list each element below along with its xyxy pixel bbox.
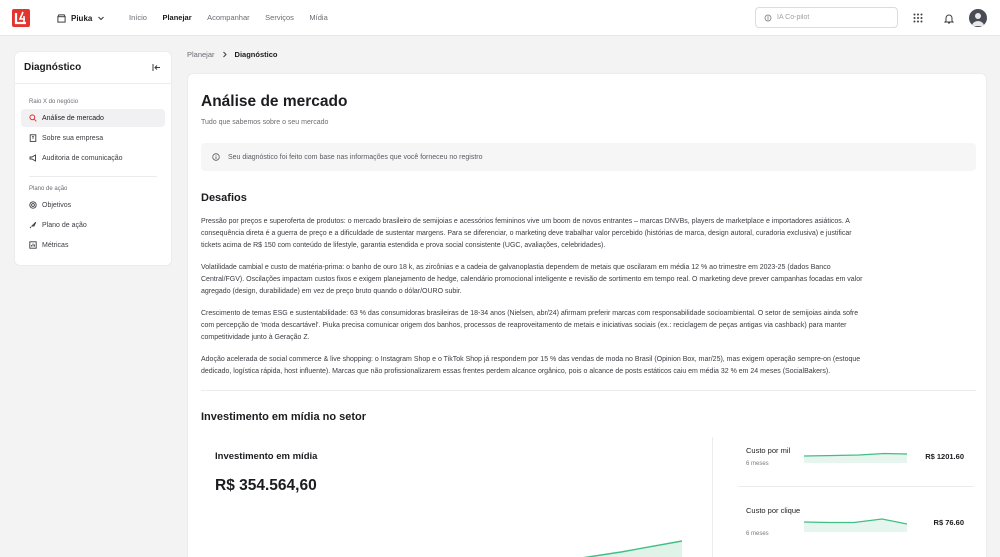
investment-area-fill <box>587 541 682 557</box>
sidebar-item-objetivos[interactable]: Objetivos <box>21 196 165 214</box>
investment-heading: Investimento em mídia no setor <box>201 411 367 423</box>
metric-value: R$ 1201.60 <box>925 452 964 461</box>
info-icon <box>212 153 220 161</box>
app-logo[interactable] <box>12 9 30 27</box>
investment-label: Investimento em mídia <box>215 451 318 462</box>
sidebar-section-plano: Plano de ação <box>29 186 68 192</box>
investment-value: R$ 354.564,60 <box>215 477 317 494</box>
sidebar-item-sobre-sua-empresa[interactable]: Sobre sua empresa <box>21 129 165 147</box>
collapse-sidebar-icon[interactable] <box>152 63 161 72</box>
breadcrumb: Planejar Diagnóstico <box>187 50 277 59</box>
challenge-paragraph: Crescimento de temas ESG e sustentabilid… <box>201 308 971 345</box>
sidebar-item-label: Sobre sua empresa <box>42 134 104 142</box>
sidebar-item-analise-de-mercado[interactable]: Análise de mercado <box>21 109 165 127</box>
paragraph-line: consequência direta é a guerra de preço … <box>201 230 852 238</box>
sidebar-item-label: Objetivos <box>42 201 72 209</box>
info-banner-text: Seu diagnóstico foi feito com base nas i… <box>228 153 483 161</box>
sidebar: Diagnóstico Raio X do negócio Análise de… <box>14 51 172 266</box>
sidebar-item-label: Auditoria de comunicação <box>42 154 123 162</box>
workspace-name: Piuka <box>71 13 93 23</box>
main-nav: Início Planejar Acompanhar Serviços Mídi… <box>129 13 343 22</box>
nav-item-servicos[interactable]: Serviços <box>265 13 294 22</box>
chevron-down-icon <box>98 16 105 21</box>
nav-item-midia[interactable]: Mídia <box>309 13 327 22</box>
paragraph-line: tickets acima de R$ 150 com conteúdo de … <box>201 242 606 250</box>
rocket-icon <box>29 221 37 229</box>
metric-period: 6 meses <box>746 461 769 467</box>
building-icon <box>29 134 37 142</box>
store-icon <box>57 13 66 23</box>
vertical-divider <box>712 437 713 557</box>
chart-icon <box>29 241 37 249</box>
sidebar-header: Diagnóstico <box>15 52 171 84</box>
metric-divider <box>738 486 974 487</box>
sidebar-item-metricas[interactable]: Métricas <box>21 236 165 254</box>
investment-panel: Investimento em mídia R$ 354.564,60 <box>201 437 711 557</box>
nav-item-inicio[interactable]: Início <box>129 13 147 22</box>
challenge-paragraph: Pressão por preços e superoferta de prod… <box>201 216 971 253</box>
metric-period: 6 meses <box>746 531 769 537</box>
sidebar-title: Diagnóstico <box>24 62 82 73</box>
paragraph-line: com percepção de 'moda descartável'. Piu… <box>201 322 847 330</box>
page-subtitle: Tudo que sabemos sobre o seu mercado <box>201 119 329 126</box>
metric-sparkline <box>804 452 908 463</box>
sidebar-section-raio-x: Raio X do negócio <box>29 99 79 105</box>
metric-title: Custo por clique <box>746 506 801 515</box>
challenge-paragraph: Adoção acelerada de social commerce & li… <box>201 354 971 378</box>
breadcrumb-parent[interactable]: Planejar <box>187 50 215 59</box>
paragraph-line: agregado (design, durabilidade) em vez d… <box>201 288 462 296</box>
nav-item-planejar[interactable]: Planejar <box>162 13 191 22</box>
apps-grid-icon[interactable] <box>910 10 926 26</box>
top-bar: Piuka Início Planejar Acompanhar Serviço… <box>0 0 1000 36</box>
metric-card-custo-por-clique: Custo por clique 6 meses R$ 76.60 <box>738 504 974 557</box>
user-avatar[interactable] <box>969 9 987 27</box>
metric-value: R$ 76.60 <box>933 518 964 527</box>
bell-icon[interactable] <box>941 10 957 26</box>
sidebar-item-label: Análise de mercado <box>42 114 104 122</box>
metric-sparkline <box>804 518 908 532</box>
copilot-input[interactable] <box>777 14 887 21</box>
page-title: Análise de mercado <box>201 93 348 110</box>
breadcrumb-current: Diagnóstico <box>234 50 278 59</box>
paragraph-line: Crescimento de temas ESG e sustentabilid… <box>201 310 859 317</box>
paragraph-line: Volatilidade cambial e custo de matéria-… <box>201 264 831 271</box>
section-divider <box>201 390 976 391</box>
sidebar-item-plano-de-acao[interactable]: Plano de ação <box>21 216 165 234</box>
search-icon <box>29 114 37 122</box>
workspace-switcher[interactable]: Piuka <box>57 11 105 25</box>
target-icon <box>29 201 37 209</box>
metric-title: Custo por mil <box>746 446 791 455</box>
sidebar-item-label: Plano de ação <box>42 221 87 229</box>
main-content-card: Análise de mercado Tudo que sabemos sobr… <box>187 73 987 557</box>
investment-area-chart <box>582 540 683 557</box>
paragraph-line: Pressão por preços e superoferta de prod… <box>201 218 850 225</box>
copilot-search[interactable] <box>755 7 898 28</box>
sidebar-divider <box>29 176 157 177</box>
sparkle-icon <box>764 14 772 21</box>
info-banner: Seu diagnóstico foi feito com base nas i… <box>201 143 976 171</box>
paragraph-line: Adoção acelerada de social commerce & li… <box>201 356 861 363</box>
paragraph-line: competitividade junto à Geração Z. <box>201 334 310 342</box>
challenges-heading: Desafios <box>201 192 247 204</box>
chevron-right-icon <box>222 51 227 58</box>
paragraph-line: dedicado, logística rápida, host influen… <box>201 368 831 376</box>
paragraph-line: Central/FGV). Oscilações impactam custos… <box>201 276 863 284</box>
challenge-paragraph: Volatilidade cambial e custo de matéria-… <box>201 262 971 299</box>
megaphone-icon <box>29 154 36 162</box>
nav-item-acompanhar[interactable]: Acompanhar <box>207 13 250 22</box>
sidebar-item-auditoria-de-comunicacao[interactable]: Auditoria de comunicação <box>21 149 165 167</box>
sidebar-item-label: Métricas <box>42 241 69 249</box>
metric-card-custo-por-mil: Custo por mil 6 meses R$ 1201.60 <box>738 442 974 492</box>
